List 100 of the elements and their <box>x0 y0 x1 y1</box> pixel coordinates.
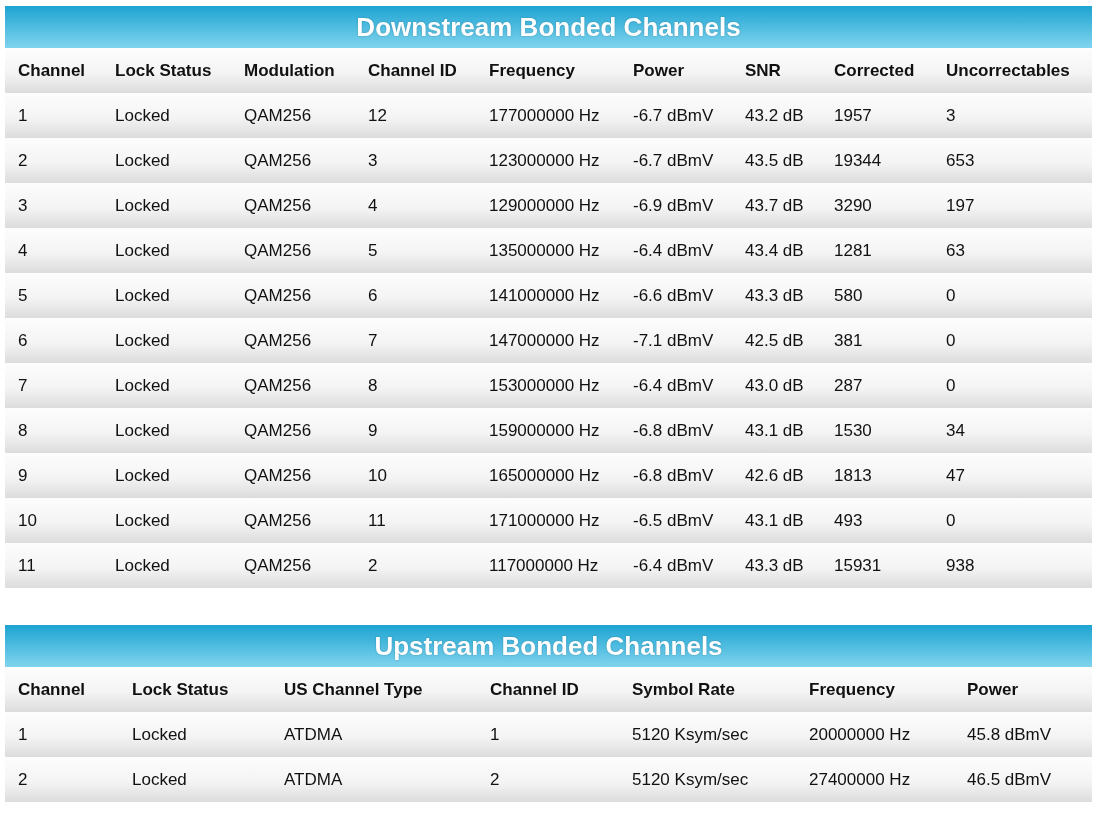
table-cell-text: 938 <box>946 555 976 576</box>
table-cell-text: 0 <box>946 330 957 351</box>
table-cell-text: Locked <box>115 150 171 171</box>
table-cell-text: QAM256 <box>244 510 313 531</box>
table-cell-text: 1 <box>18 724 29 745</box>
table-cell-text: 117000000 Hz <box>489 555 600 576</box>
table-cell-text: 43.2 dB <box>745 105 805 126</box>
table-cell-text: QAM256 <box>244 195 313 216</box>
table-cell-text: 9 <box>18 465 29 486</box>
table-cell-text: 5120 Ksym/sec <box>632 724 750 745</box>
table-cell-text: QAM256 <box>244 240 313 261</box>
table-cell-text: 2 <box>368 555 379 576</box>
table-cell-text: 43.7 dB <box>745 195 805 216</box>
table-cell-text: 7 <box>368 330 379 351</box>
table-cell-text: -6.5 dBmV <box>633 510 715 531</box>
column-header: Lock Status <box>115 60 213 81</box>
table-cell-text: 45.8 dBmV <box>967 724 1053 745</box>
table-cell-text: 3 <box>946 105 957 126</box>
table-cell-text: QAM256 <box>244 555 313 576</box>
table-cell-text: 4 <box>368 195 379 216</box>
table-cell-text: 0 <box>946 510 957 531</box>
table-cell-text: QAM256 <box>244 150 313 171</box>
table-cell-text: QAM256 <box>244 330 313 351</box>
table-cell-text: Locked <box>115 195 171 216</box>
table-cell-text: -6.8 dBmV <box>633 420 715 441</box>
table-cell-text: 43.3 dB <box>745 285 805 306</box>
column-header: Power <box>967 679 1020 700</box>
table-cell-text: 141000000 Hz <box>489 285 601 306</box>
table-cell-text: 7 <box>18 375 29 396</box>
table-cell-text: -6.4 dBmV <box>633 240 715 261</box>
table-cell-text: 171000000 Hz <box>489 510 601 531</box>
column-header: Channel <box>18 679 87 700</box>
table-cell-text: 1 <box>490 724 501 745</box>
table-cell-text: 153000000 Hz <box>489 375 601 396</box>
table-title-bar: Upstream Bonded Channels <box>5 625 1092 667</box>
table-cell-text: 580 <box>834 285 864 306</box>
table-cell-text: 43.1 dB <box>745 510 805 531</box>
table-cell-text: 34 <box>946 420 966 441</box>
table-cell-text: 11 <box>18 555 37 576</box>
table-cell-text: 4 <box>18 240 29 261</box>
table-cell-text: 123000000 Hz <box>489 150 601 171</box>
table-cell-text: 6 <box>368 285 379 306</box>
table-cell-text: -6.7 dBmV <box>633 150 715 171</box>
table-cell-text: 147000000 Hz <box>489 330 601 351</box>
table-cell-text: 43.5 dB <box>745 150 805 171</box>
table-cell-text: 11 <box>368 510 387 531</box>
table-cell-text: 8 <box>18 420 29 441</box>
table-cell-text: 129000000 Hz <box>489 195 601 216</box>
table-cell-text: Locked <box>115 465 171 486</box>
column-header: Frequency <box>489 60 576 81</box>
table-cell-text: 5 <box>18 285 29 306</box>
column-header: SNR <box>745 60 782 81</box>
table-cell-text: -6.4 dBmV <box>633 555 715 576</box>
table-cell-text: 0 <box>946 285 957 306</box>
table-cell-text: -6.6 dBmV <box>633 285 715 306</box>
table-cell-text: -6.8 dBmV <box>633 465 715 486</box>
column-header: Channel <box>18 60 87 81</box>
column-header: Uncorrectables <box>946 60 1071 81</box>
table-cell-text: 653 <box>946 150 976 171</box>
table-cell-text: 42.6 dB <box>745 465 805 486</box>
column-header: Channel ID <box>368 60 458 81</box>
table-cell-text: Locked <box>115 555 171 576</box>
table-cell-text: 159000000 Hz <box>489 420 601 441</box>
table-cell-text: Locked <box>115 285 171 306</box>
table-cell-text: 12 <box>368 105 388 126</box>
table-cell-text: Locked <box>115 330 171 351</box>
table-cell-text: ATDMA <box>284 724 344 745</box>
table-cell-text: QAM256 <box>244 375 313 396</box>
table-cell-text: Locked <box>115 105 171 126</box>
table-cell-text: 8 <box>368 375 379 396</box>
table-cell-text: 43.3 dB <box>745 555 805 576</box>
column-header: Frequency <box>809 679 896 700</box>
column-header: Modulation <box>244 60 336 81</box>
table-cell-text: 10 <box>368 465 388 486</box>
table-cell-text: 135000000 Hz <box>489 240 601 261</box>
table-cell-text: 197 <box>946 195 976 216</box>
table-cell-text: 165000000 Hz <box>489 465 601 486</box>
table-cell-text: Locked <box>115 420 171 441</box>
table-cell-text: 493 <box>834 510 864 531</box>
table-cell-text: QAM256 <box>244 285 313 306</box>
column-header: US Channel Type <box>284 679 424 700</box>
table-cell-text: 43.0 dB <box>745 375 805 396</box>
table-cell-text: 5 <box>368 240 379 261</box>
table-cell-text: 19344 <box>834 150 883 171</box>
table-cell-text: Locked <box>115 510 171 531</box>
table-cell-text: 46.5 dBmV <box>967 769 1053 790</box>
table-cell-text: QAM256 <box>244 465 313 486</box>
table-cell-text: 2 <box>490 769 501 790</box>
table-cell-text: 177000000 Hz <box>489 105 601 126</box>
table-cell-text: 5120 Ksym/sec <box>632 769 750 790</box>
table-cell-text: -7.1 dBmV <box>633 330 715 351</box>
table-cell-text: 1530 <box>834 420 873 441</box>
table-cell-text: 1813 <box>834 465 873 486</box>
table-cell-text: 381 <box>834 330 864 351</box>
column-header: Channel ID <box>490 679 580 700</box>
column-header: Corrected <box>834 60 916 81</box>
table-title-bar: Downstream Bonded Channels <box>5 6 1092 48</box>
table-cell-text: 2 <box>18 769 29 790</box>
table-cell-text: Locked <box>115 240 171 261</box>
table-cell-text: 3290 <box>834 195 873 216</box>
